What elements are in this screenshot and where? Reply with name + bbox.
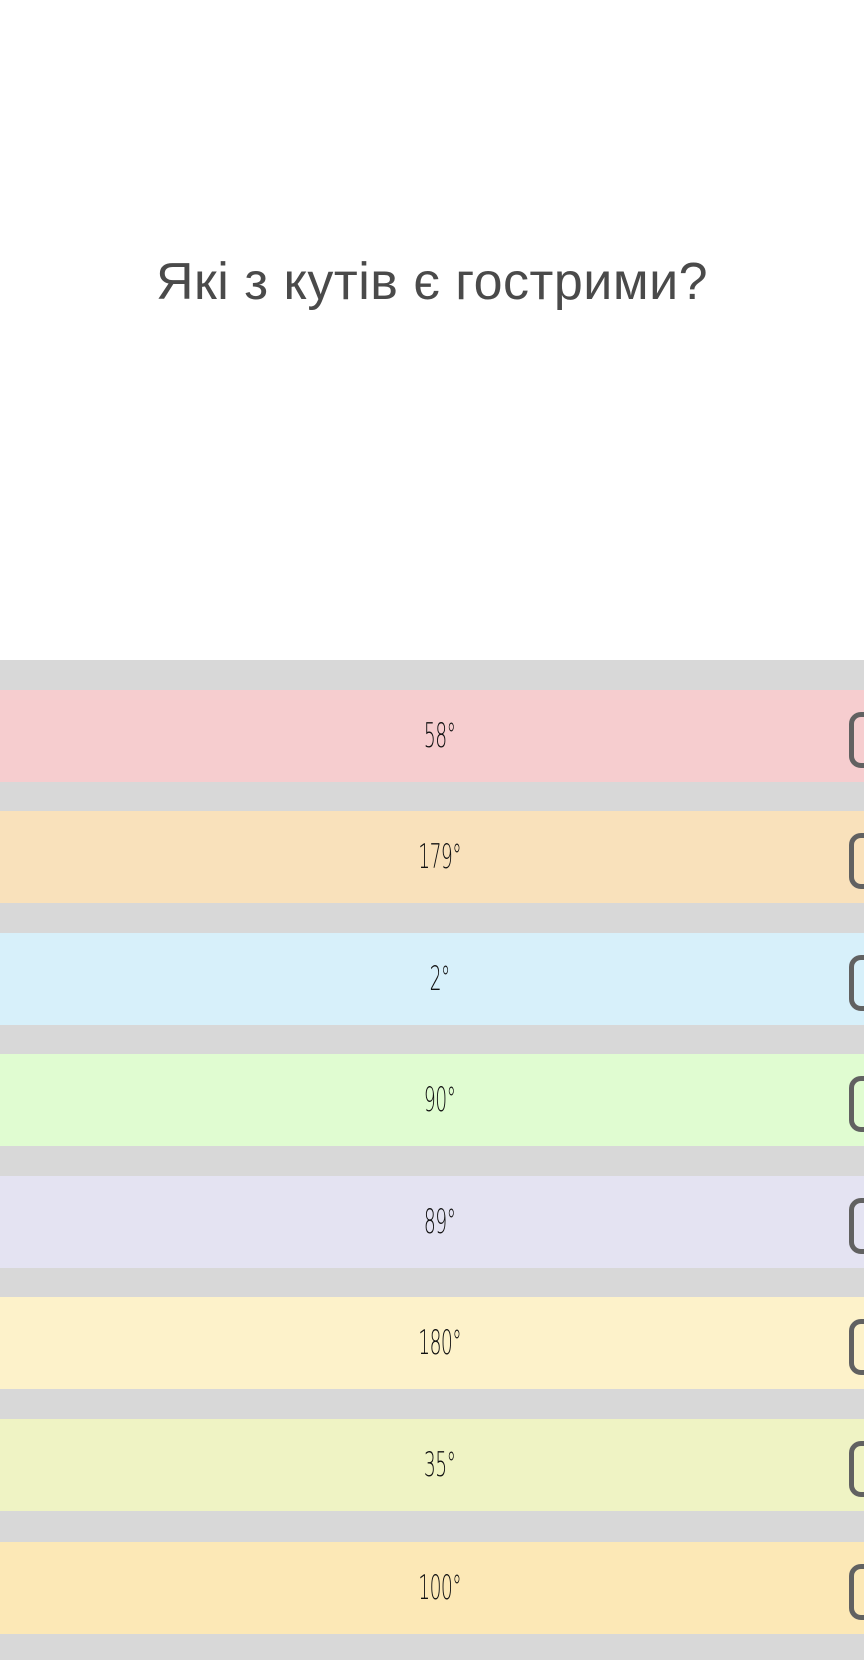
answer-option-label: 179° — [418, 837, 462, 877]
answer-option-6[interactable]: 180° — [0, 1297, 864, 1389]
answer-option-label: 2° — [429, 959, 451, 999]
answer-checkbox[interactable] — [849, 955, 864, 1011]
answer-checkbox[interactable] — [849, 1564, 864, 1620]
answer-option-1[interactable]: 58° — [0, 690, 864, 782]
question-text: Які з кутів є гострими? — [155, 253, 709, 311]
answer-checkbox[interactable] — [849, 712, 864, 768]
answer-option-label: 100° — [418, 1568, 462, 1608]
answer-option-8[interactable]: 100° — [0, 1542, 864, 1634]
answer-option-5[interactable]: 89° — [0, 1176, 864, 1268]
quiz-page: Які з кутів є гострими? 58° 179° 2° 90° … — [0, 0, 864, 1660]
question-panel: Які з кутів є гострими? — [0, 0, 864, 660]
answer-option-label: 89° — [423, 1202, 456, 1242]
answer-option-2[interactable]: 179° — [0, 811, 864, 903]
answer-checkbox[interactable] — [849, 1076, 864, 1132]
answer-checkbox[interactable] — [849, 1319, 864, 1375]
answer-options-list: 58° 179° 2° 90° 89° 180° 35° 100° — [0, 660, 864, 1660]
answer-option-7[interactable]: 35° — [0, 1419, 864, 1511]
answer-checkbox[interactable] — [849, 1198, 864, 1254]
answer-checkbox[interactable] — [849, 1441, 864, 1497]
answer-option-4[interactable]: 90° — [0, 1054, 864, 1146]
answer-option-label: 180° — [418, 1323, 462, 1363]
answer-option-3[interactable]: 2° — [0, 933, 864, 1025]
answer-option-label: 58° — [423, 716, 456, 756]
answer-option-label: 35° — [423, 1445, 456, 1485]
answer-option-label: 90° — [423, 1080, 456, 1120]
answer-checkbox[interactable] — [849, 833, 864, 889]
